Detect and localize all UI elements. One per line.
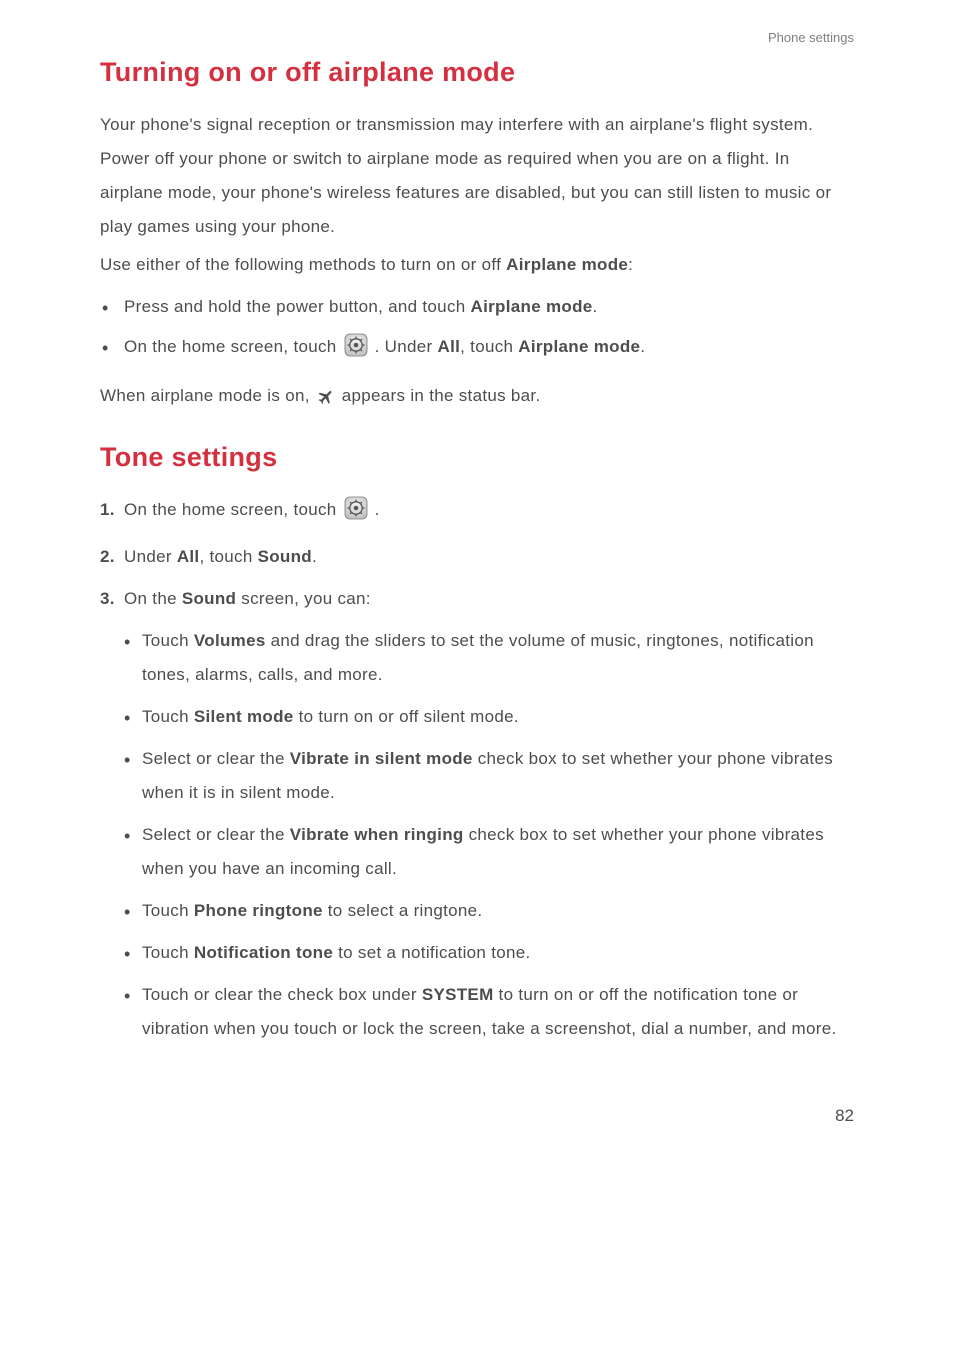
settings-icon (344, 496, 368, 532)
paragraph: Your phone's signal reception or transmi… (100, 108, 854, 244)
list-item: Select or clear the Vibrate in silent mo… (124, 742, 854, 810)
intro-paragraphs: Your phone's signal reception or transmi… (100, 108, 854, 282)
page-header-label: Phone settings (100, 30, 854, 45)
list-item: On the home screen, touch (100, 330, 854, 369)
tone-steps: On the home screen, touch (100, 493, 854, 1046)
page-content: Phone settings Turning on or off airplan… (0, 0, 954, 1156)
step: Under All, touch Sound. (100, 540, 854, 574)
heading-tone: Tone settings (100, 442, 854, 473)
list-item: Touch Notification tone to set a notific… (124, 936, 854, 970)
heading-airplane: Turning on or off airplane mode (100, 57, 854, 88)
list-item: Touch Phone ringtone to select a rington… (124, 894, 854, 928)
sound-options: Touch Volumes and drag the sliders to se… (124, 624, 854, 1046)
settings-icon (344, 333, 368, 369)
paragraph: Use either of the following methods to t… (100, 248, 854, 282)
list-item: Select or clear the Vibrate when ringing… (124, 818, 854, 886)
step: On the Sound screen, you can: Touch Volu… (100, 582, 854, 1046)
list-item: Touch or clear the check box under SYSTE… (124, 978, 854, 1046)
page-number: 82 (100, 1106, 854, 1126)
list-item: Touch Volumes and drag the sliders to se… (124, 624, 854, 692)
airplane-status-line: When airplane mode is on, appears in the… (100, 379, 854, 418)
list-item: Press and hold the power button, and tou… (100, 290, 854, 324)
list-item: Touch Silent mode to turn on or off sile… (124, 700, 854, 734)
airplane-methods-list: Press and hold the power button, and tou… (100, 290, 854, 369)
airplane-icon (317, 384, 335, 418)
step: On the home screen, touch (100, 493, 854, 532)
